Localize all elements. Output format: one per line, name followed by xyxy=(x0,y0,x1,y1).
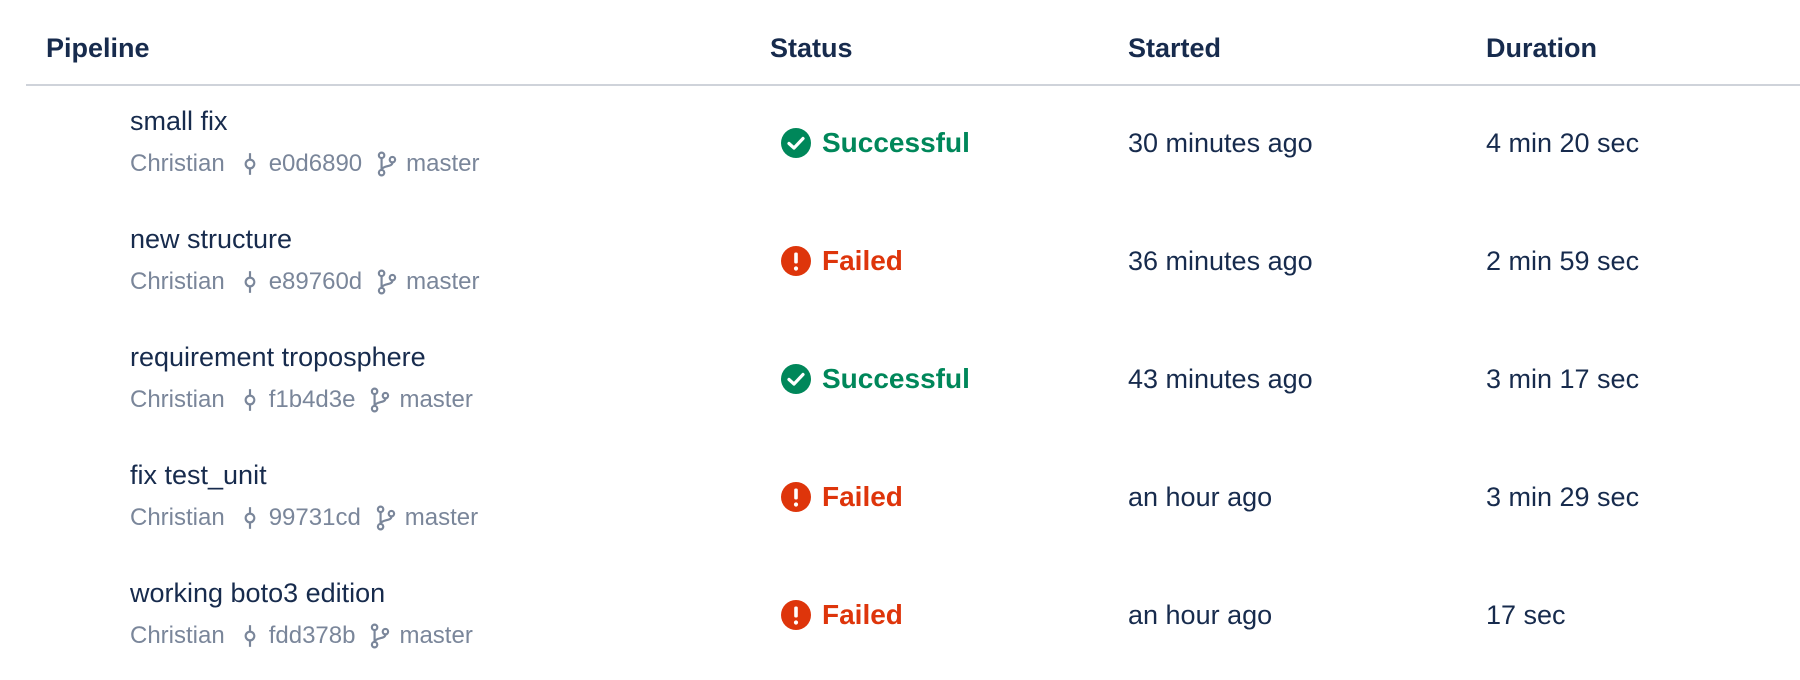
check-circle-icon xyxy=(780,127,812,159)
branch-name-link[interactable]: master xyxy=(406,268,479,296)
status-badge[interactable]: Successful xyxy=(780,363,970,395)
author-name: Christian xyxy=(130,386,225,413)
table-row[interactable]: fix test_unit Christian 99731cd master Faile… xyxy=(26,440,1800,558)
branch-icon xyxy=(374,269,400,295)
started-time: 36 minutes ago xyxy=(1128,246,1313,276)
branch-name-link[interactable]: master xyxy=(405,504,478,532)
error-circle-icon xyxy=(780,599,812,631)
started-time: an hour ago xyxy=(1128,600,1273,630)
commit-hash-link[interactable]: e89760d xyxy=(269,268,362,296)
commit-icon xyxy=(237,151,263,177)
branch-name-link[interactable]: master xyxy=(399,386,472,414)
pipelines-table: Pipeline Status Started Duration small f… xyxy=(26,0,1800,676)
branch-icon xyxy=(373,505,399,531)
commit-icon xyxy=(237,387,263,413)
status-label: Failed xyxy=(822,245,903,276)
commit-hash-link[interactable]: fdd378b xyxy=(269,622,356,650)
status-badge[interactable]: Successful xyxy=(780,127,970,159)
column-header-started[interactable]: Started xyxy=(1128,33,1221,64)
branch-icon xyxy=(374,151,400,177)
column-header-duration[interactable]: Duration xyxy=(1486,33,1597,64)
status-label: Failed xyxy=(822,599,903,630)
column-header-status[interactable]: Status xyxy=(770,33,853,64)
error-circle-icon xyxy=(780,481,812,513)
status-badge[interactable]: Failed xyxy=(780,599,903,631)
commit-icon xyxy=(237,505,263,531)
pipeline-title-link[interactable]: fix test_unit xyxy=(130,460,267,491)
status-badge[interactable]: Failed xyxy=(780,481,903,513)
started-time: an hour ago xyxy=(1128,482,1273,512)
author-name: Christian xyxy=(130,150,225,177)
branch-icon xyxy=(367,387,393,413)
commit-hash-link[interactable]: 99731cd xyxy=(269,504,361,532)
pipeline-meta: Christian e89760d master xyxy=(130,268,480,296)
pipeline-meta: Christian fdd378b master xyxy=(130,622,473,650)
duration-value: 3 min 17 sec xyxy=(1486,364,1640,394)
pipeline-meta: Christian f1b4d3e master xyxy=(130,386,473,414)
pipeline-title-link[interactable]: small fix xyxy=(130,106,228,137)
table-header: Pipeline Status Started Duration xyxy=(26,0,1800,86)
commit-hash-link[interactable]: f1b4d3e xyxy=(269,386,356,414)
pipeline-meta: Christian e0d6890 master xyxy=(130,150,480,178)
status-label: Successful xyxy=(822,127,970,158)
table-row[interactable]: working boto3 edition Christian fdd378b mas… xyxy=(26,558,1800,676)
table-body: small fix Christian e0d6890 master Successfu… xyxy=(26,86,1800,676)
duration-value: 17 sec xyxy=(1486,600,1566,630)
table-row[interactable]: requirement troposphere Christian f1b4d3e m… xyxy=(26,322,1800,440)
status-label: Successful xyxy=(822,363,970,394)
pipeline-title-link[interactable]: requirement troposphere xyxy=(130,342,426,373)
pipeline-title-link[interactable]: new structure xyxy=(130,224,292,255)
commit-icon xyxy=(237,623,263,649)
author-name: Christian xyxy=(130,622,225,649)
duration-value: 2 min 59 sec xyxy=(1486,246,1640,276)
commit-icon xyxy=(237,269,263,295)
pipeline-meta: Christian 99731cd master xyxy=(130,504,478,532)
table-row[interactable]: new structure Christian e89760d master Faile… xyxy=(26,204,1800,322)
column-header-pipeline[interactable]: Pipeline xyxy=(46,33,150,64)
error-circle-icon xyxy=(780,245,812,277)
branch-icon xyxy=(367,623,393,649)
status-label: Failed xyxy=(822,481,903,512)
commit-hash-link[interactable]: e0d6890 xyxy=(269,150,362,178)
duration-value: 3 min 29 sec xyxy=(1486,482,1640,512)
author-name: Christian xyxy=(130,268,225,295)
author-name: Christian xyxy=(130,504,225,531)
started-time: 43 minutes ago xyxy=(1128,364,1313,394)
duration-value: 4 min 20 sec xyxy=(1486,128,1640,158)
branch-name-link[interactable]: master xyxy=(406,150,479,178)
table-row[interactable]: small fix Christian e0d6890 master Successfu… xyxy=(26,86,1800,204)
branch-name-link[interactable]: master xyxy=(399,622,472,650)
started-time: 30 minutes ago xyxy=(1128,128,1313,158)
pipeline-title-link[interactable]: working boto3 edition xyxy=(130,578,385,609)
status-badge[interactable]: Failed xyxy=(780,245,903,277)
check-circle-icon xyxy=(780,363,812,395)
